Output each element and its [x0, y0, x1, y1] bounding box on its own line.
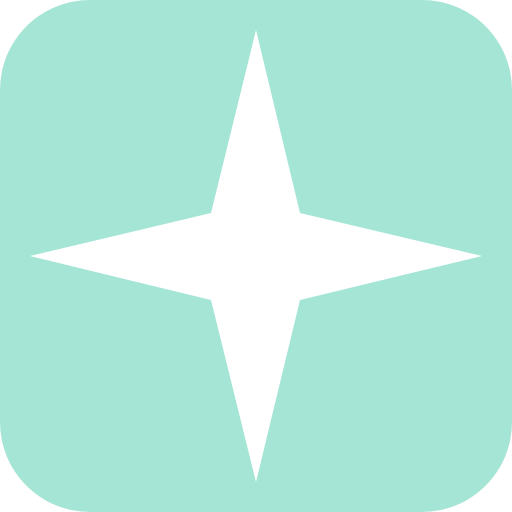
sparkle-star-icon — [0, 0, 512, 512]
app-icon-tile[interactable] — [0, 0, 512, 512]
app-icon-canvas — [0, 0, 512, 512]
